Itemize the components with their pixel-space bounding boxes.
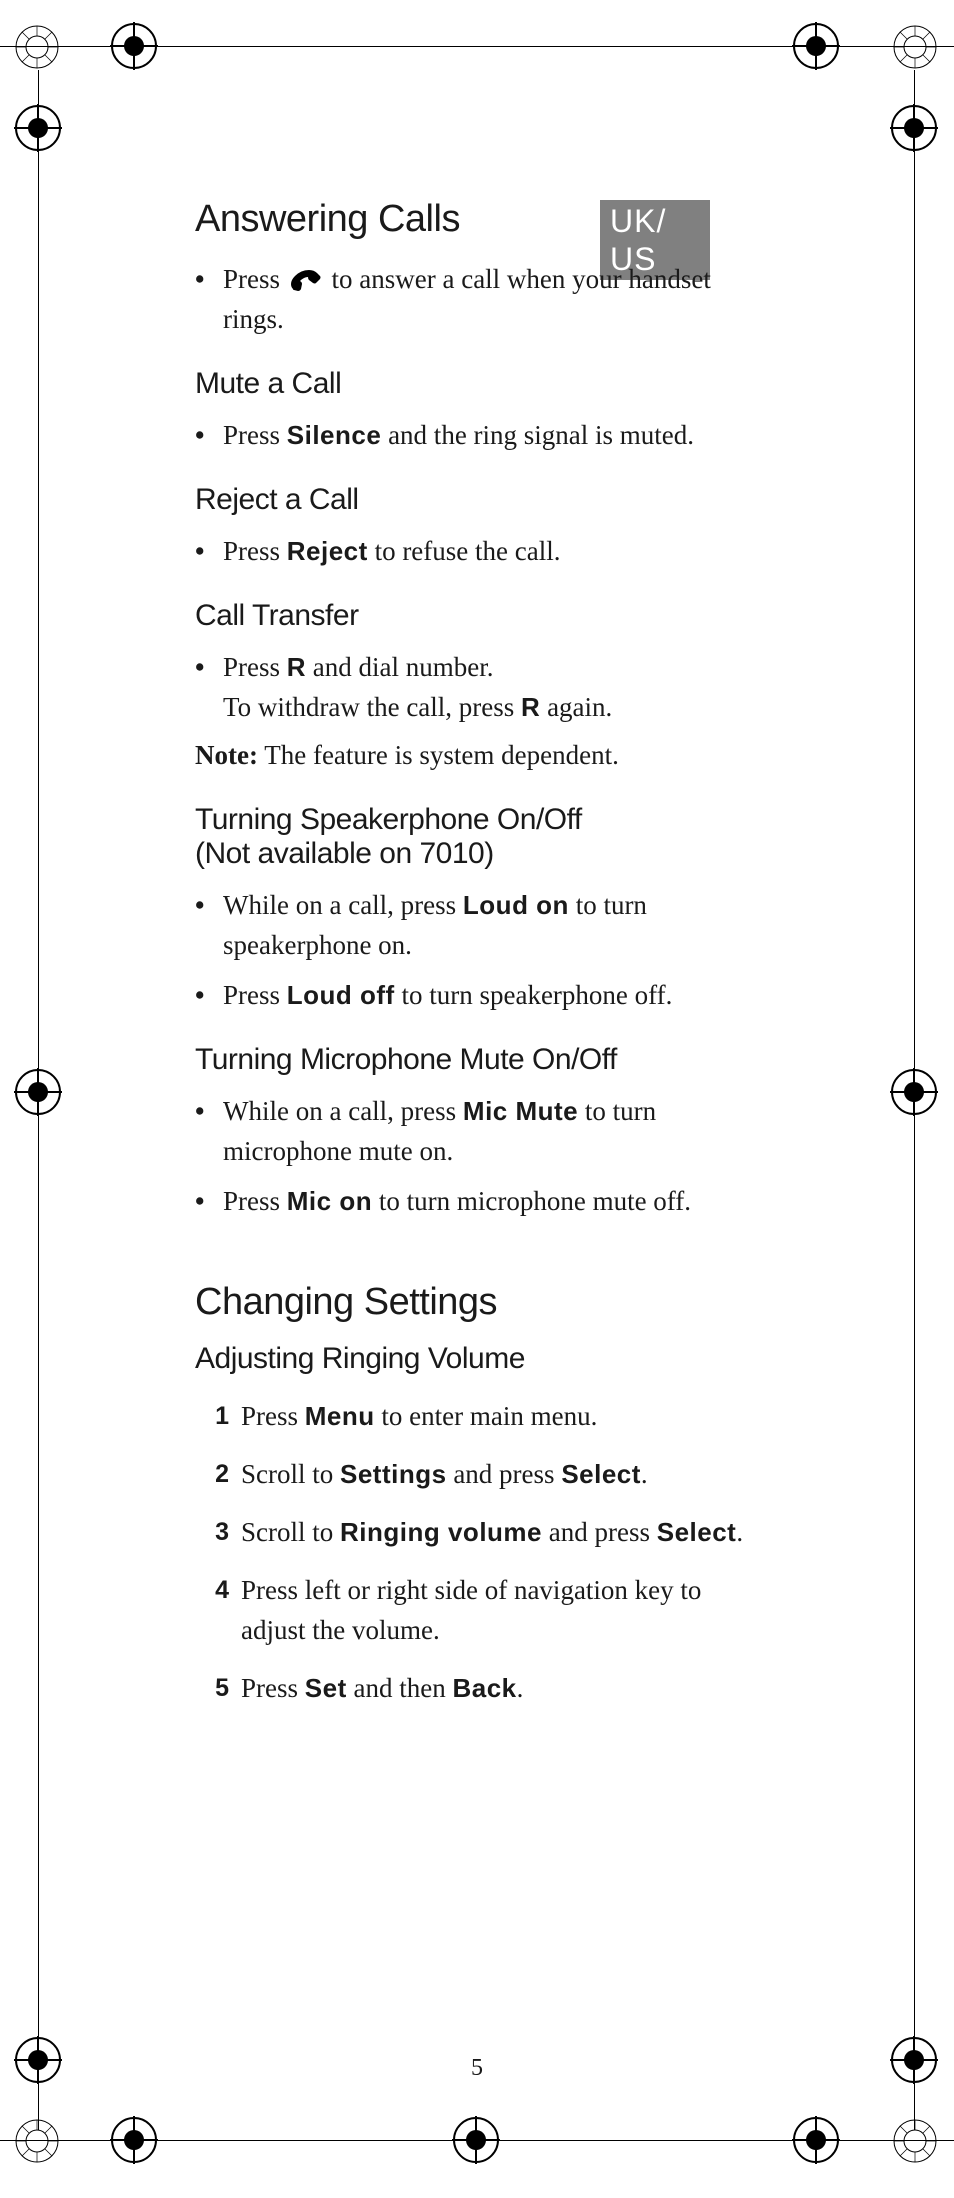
text: While on a call, press <box>223 1096 463 1126</box>
softkey-mic-mute: Mic Mute <box>463 1096 578 1126</box>
ring-mark-icon <box>892 24 938 70</box>
page-number: 5 <box>0 2055 954 2082</box>
step-number: 1 <box>201 1396 241 1436</box>
registration-mark-icon <box>14 1068 62 1116</box>
bullet-item: • While on a call, press Loud on to turn… <box>195 885 755 965</box>
text: to turn microphone mute off. <box>372 1186 691 1216</box>
softkey-ringing-volume: Ringing volume <box>340 1517 542 1547</box>
text: Press <box>241 1673 305 1703</box>
softkey-loud-off: Loud off <box>287 980 395 1010</box>
text: and then <box>347 1673 453 1703</box>
bullet-item: • Press Reject to refuse the call. <box>195 531 755 571</box>
step-number: 2 <box>201 1454 241 1494</box>
text: Scroll to <box>241 1459 340 1489</box>
text: Press left or right side of navigation k… <box>241 1575 701 1645</box>
registration-mark-icon <box>792 2116 840 2164</box>
heading-reject-call: Reject a Call <box>195 483 755 517</box>
note: Note: The feature is system dependent. <box>195 735 755 775</box>
softkey-silence: Silence <box>287 420 382 450</box>
text: and press <box>542 1517 657 1547</box>
step-number: 3 <box>201 1512 241 1552</box>
registration-mark-icon <box>452 2116 500 2164</box>
text: again. <box>540 692 612 722</box>
bullet-item: • Press Mic on to turn microphone mute o… <box>195 1181 755 1221</box>
text: . <box>736 1517 743 1547</box>
text: Press <box>223 652 287 682</box>
heading-line: Turning Speakerphone On/Off <box>195 803 582 836</box>
text: . <box>517 1673 524 1703</box>
registration-mark-icon <box>890 1068 938 1116</box>
step-item: 5 Press Set and then Back. <box>201 1668 755 1708</box>
softkey-r: R <box>287 652 306 682</box>
softkey-select: Select <box>657 1517 737 1547</box>
step-number: 5 <box>201 1668 241 1708</box>
page-content: Answering Calls • Press to answer a call… <box>195 198 755 1726</box>
text: to refuse the call. <box>368 536 561 566</box>
note-label: Note: <box>195 740 258 770</box>
step-item: 1 Press Menu to enter main menu. <box>201 1396 755 1436</box>
heading-changing-settings: Changing Settings <box>195 1281 755 1324</box>
heading-answering-calls: Answering Calls <box>195 198 755 241</box>
registration-mark-icon <box>110 2116 158 2164</box>
softkey-menu: Menu <box>305 1401 375 1431</box>
softkey-back: Back <box>452 1673 516 1703</box>
text: Press <box>241 1401 305 1431</box>
text: Press <box>223 980 287 1010</box>
text: and dial number. <box>306 652 493 682</box>
softkey-settings: Settings <box>340 1459 447 1489</box>
text: Press <box>223 420 287 450</box>
heading-call-transfer: Call Transfer <box>195 599 755 633</box>
heading-ringing-volume: Adjusting Ringing Volume <box>195 1342 755 1376</box>
heading-speakerphone: Turning Speakerphone On/Off (Not availab… <box>195 803 755 871</box>
bullet-item: • While on a call, press Mic Mute to tur… <box>195 1091 755 1171</box>
softkey-loud-on: Loud on <box>463 890 569 920</box>
bullet-item: • Press Silence and the ring signal is m… <box>195 415 755 455</box>
softkey-mic-on: Mic on <box>287 1186 372 1216</box>
crop-line <box>0 46 954 47</box>
ring-mark-icon <box>892 2118 938 2164</box>
text: to enter main menu. <box>375 1401 598 1431</box>
softkey-reject: Reject <box>287 536 368 566</box>
ring-mark-icon <box>14 2118 60 2164</box>
text: Press <box>223 536 287 566</box>
ring-mark-icon <box>14 24 60 70</box>
step-number: 4 <box>201 1570 241 1650</box>
step-item: 3 Scroll to Ringing volume and press Sel… <box>201 1512 755 1552</box>
bullet-item: • Press R and dial number. To withdraw t… <box>195 647 755 727</box>
text: Scroll to <box>241 1517 340 1547</box>
bullet-item: • Press Loud off to turn speakerphone of… <box>195 975 755 1015</box>
heading-line: (Not available on 7010) <box>195 837 494 870</box>
heading-mute-call: Mute a Call <box>195 367 755 401</box>
text: To withdraw the call, press <box>223 692 521 722</box>
heading-mic-mute: Turning Microphone Mute On/Off <box>195 1043 755 1077</box>
step-item: 2 Scroll to Settings and press Select. <box>201 1454 755 1494</box>
note-text: The feature is system dependent. <box>258 740 619 770</box>
text: to turn speakerphone off. <box>395 980 673 1010</box>
softkey-select: Select <box>561 1459 641 1489</box>
softkey-r: R <box>521 692 540 722</box>
text: Press <box>223 264 287 294</box>
text: and press <box>447 1459 562 1489</box>
bullet-item: • Press to answer a call when your hands… <box>195 259 755 339</box>
text: . <box>641 1459 648 1489</box>
text: While on a call, press <box>223 890 463 920</box>
step-item: 4 Press left or right side of navigation… <box>201 1570 755 1650</box>
text: and the ring signal is muted. <box>381 420 694 450</box>
call-icon <box>287 267 325 297</box>
softkey-set: Set <box>305 1673 347 1703</box>
text: Press <box>223 1186 287 1216</box>
